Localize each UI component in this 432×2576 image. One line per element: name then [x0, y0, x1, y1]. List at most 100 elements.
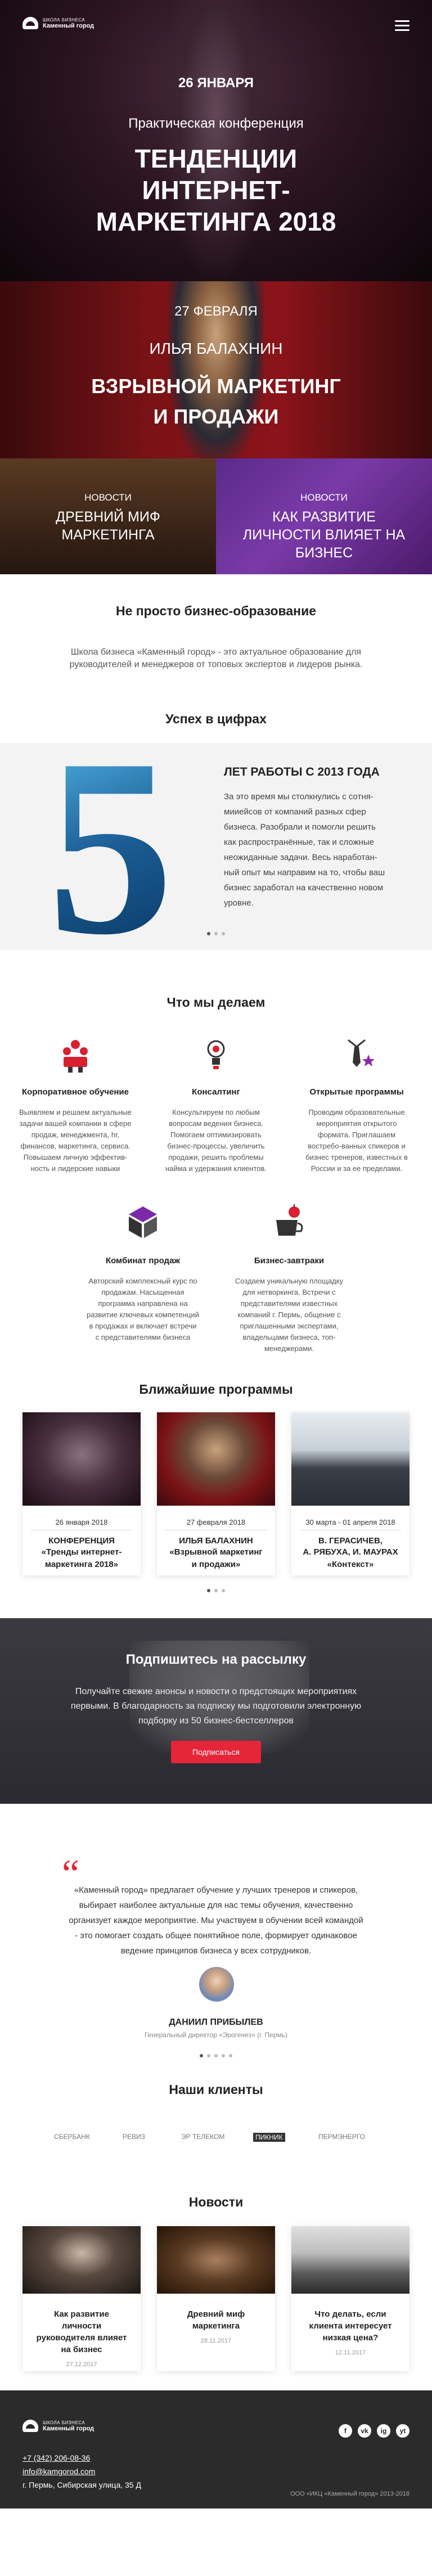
logo-big-text: Каменный город — [43, 22, 94, 29]
service-item[interactable]: Открытые программы Проводим образователь… — [300, 1034, 413, 1174]
tile-title: ДРЕВНИЙ МИФ МАРКЕТИНГА — [56, 509, 160, 543]
hero-title: ТЕНДЕНЦИИ ИНТЕРНЕТ- МАРКЕТИНГА 2018 — [96, 144, 336, 236]
program-name: ИЛЬЯ БАЛАХНИН — [179, 1536, 253, 1546]
service-name: Бизнес-завтраки — [254, 1256, 325, 1266]
news-card[interactable]: Как развитие личности руководителя влияе… — [22, 2226, 141, 2371]
service-desc: Авторский комплексный курс по продажам. … — [87, 1277, 199, 1341]
programs-slider-dots — [0, 1589, 432, 1592]
slider-dot[interactable] — [229, 2054, 232, 2057]
news-image — [22, 2226, 141, 2294]
footer-email-link[interactable]: info@kamgorod.com — [22, 2465, 141, 2478]
facebook-icon[interactable]: f — [339, 2424, 352, 2438]
footer: Школа бизнеса Каменный город +7 (342) 20… — [0, 2390, 432, 2509]
hero-banner: Школа бизнеса Каменный город 26 ЯНВАРЯ П… — [0, 0, 432, 281]
coffee-cup-icon — [269, 1203, 309, 1242]
program-subtitle: «Контекст» — [327, 1560, 374, 1569]
tile-title: КАК РАЗВИТИЕ ЛИЧНОСТИ ВЛИЯЕТ НА БИЗНЕС — [242, 509, 406, 561]
news-card-title: Что делать, если клиента интересует низк… — [309, 2309, 392, 2343]
slider-dot[interactable] — [207, 932, 210, 935]
news-tile[interactable]: НОВОСТИ КАК РАЗВИТИЕ ЛИЧНОСТИ ВЛИЯЕТ НА … — [216, 458, 432, 574]
news-card[interactable]: Что делать, если клиента интересует низк… — [291, 2226, 410, 2371]
program-subtitle: «Взрывной маркетинг — [169, 1547, 263, 1557]
subscribe-title: Подпишитесь на рассылку — [125, 1652, 307, 1667]
box-icon — [123, 1203, 163, 1242]
programs-section: Ближайшие программы 26 января 2018 КОНФЕ… — [0, 1382, 432, 1618]
slider-dot[interactable] — [214, 1589, 218, 1592]
service-name: Открытые программы — [309, 1087, 404, 1097]
news-card-title: Древний миф маркетинга — [187, 2309, 245, 2331]
slider-dot[interactable] — [207, 1589, 210, 1592]
facts-big-number: 5 — [47, 743, 182, 950]
client-logo[interactable]: ЭР ТЕЛЕКОМ — [181, 2133, 224, 2141]
facts-heading: ЛЕТ РАБОТЫ С 2013 ГОДА — [224, 765, 380, 778]
subscribe-section: Подпишитесь на рассылку Получайте свежие… — [0, 1618, 432, 1804]
instagram-icon[interactable]: ig — [377, 2424, 390, 2438]
service-desc: Выявляем и решаем актуальные задачи ваше… — [19, 1108, 132, 1173]
service-item[interactable]: Корпоративное обучение Выявляем и решаем… — [19, 1034, 132, 1174]
news-card-date: 27.12.2017 — [66, 2361, 97, 2368]
program-subtitle: А. РЯБУХА, И. МАУРАХ — [303, 1547, 398, 1557]
program-image — [157, 1412, 275, 1506]
team-icon — [56, 1034, 95, 1074]
promo-banner[interactable]: 27 ФЕВРАЛЯ ИЛЬЯ БАЛАХНИН ВЗРЫВНОЙ МАРКЕТ… — [0, 281, 432, 458]
testimonial-author: ДАНИИЛ ПРИБЫЛЕВ — [169, 2017, 263, 2027]
footer-logo[interactable]: Школа бизнеса Каменный город — [22, 2420, 94, 2432]
subscribe-text: Получайте свежие анонсы и новости о пред… — [70, 1687, 362, 1726]
hero-statue-image — [160, 0, 272, 281]
lightbulb-icon — [196, 1034, 236, 1074]
footer-phone-link[interactable]: +7 (342) 206-08-36 — [22, 2451, 141, 2465]
client-logo[interactable]: ПЕРМЭНЕРГО — [318, 2133, 365, 2141]
subscribe-button[interactable]: Подписаться — [171, 1741, 261, 1763]
logo[interactable]: Школа бизнеса Каменный город — [22, 17, 94, 29]
program-card[interactable]: 26 января 2018 КОНФЕРЕНЦИЯ «Тренды интер… — [22, 1412, 141, 1575]
avatar — [199, 1967, 234, 2002]
services-title: Что мы делаем — [166, 995, 266, 1010]
service-name: Корпоративное обучение — [22, 1087, 129, 1097]
tile-category: НОВОСТИ — [84, 492, 132, 503]
tile-category: НОВОСТИ — [300, 492, 348, 503]
news-card-date: 12.11.2017 — [335, 2349, 366, 2356]
hero-subtitle: Практическая конференция — [128, 116, 304, 131]
slider-dot[interactable] — [222, 932, 225, 935]
clients-title: Наши клиенты — [169, 2082, 263, 2097]
client-logo[interactable]: РЕВИЗ — [123, 2133, 145, 2141]
news-tile[interactable]: НОВОСТИ ДРЕВНИЙ МИФ МАРКЕТИНГА — [0, 458, 216, 574]
slider-dot[interactable] — [222, 2054, 225, 2057]
service-item[interactable]: Бизнес-завтраки Создаем уникальную площа… — [233, 1203, 345, 1354]
testimonial-section: “ «Каменный город» предлагает обучение у… — [0, 1804, 432, 2071]
clients-section: Наши клиенты СБЕРБАНК РЕВИЗ ЭР ТЕЛЕКОМ П… — [0, 2071, 432, 2195]
footer-address: г. Пермь, Сибирская улица, 35 Д — [22, 2480, 141, 2489]
service-item[interactable]: Комбинат продаж Авторский комплексный ку… — [87, 1203, 199, 1343]
program-subtitle: «Тренды интернет- — [41, 1547, 122, 1557]
program-date: 26 января 2018 — [55, 1518, 108, 1526]
slider-dot[interactable] — [222, 1589, 225, 1592]
program-subtitle: маркетинга 2018» — [44, 1560, 119, 1569]
facts-slider: 5 ЛЕТ РАБОТЫ С 2013 ГОДА За это время мы… — [0, 743, 432, 950]
service-desc: Создаем уникальную площадку для нетворки… — [235, 1277, 344, 1353]
slider-dot[interactable] — [214, 2054, 218, 2057]
service-desc: Консультируем по любым вопросам ведения … — [165, 1108, 267, 1173]
news-image — [291, 2226, 410, 2294]
slider-dot[interactable] — [207, 2054, 210, 2057]
news-card[interactable]: Древний миф маркетинга 28.11.2017 — [157, 2226, 275, 2371]
program-subtitle: и продажи» — [191, 1560, 241, 1569]
news-tiles: НОВОСТИ ДРЕВНИЙ МИФ МАРКЕТИНГА НОВОСТИ К… — [0, 458, 432, 574]
service-desc: Проводим образовательные мероприятия отк… — [305, 1108, 408, 1173]
youtube-icon[interactable]: yt — [396, 2424, 410, 2438]
program-card[interactable]: 30 марта - 01 апреля 2018 В. ГЕРАСИЧЕВ, … — [291, 1412, 410, 1575]
logo-mark-icon — [22, 17, 38, 29]
program-date: 27 февраля 2018 — [186, 1518, 246, 1526]
slider-dot[interactable] — [214, 932, 218, 935]
social-links: f vk ig yt — [339, 2424, 410, 2438]
program-name: В. ГЕРАСИЧЕВ, — [318, 1536, 382, 1546]
service-item[interactable]: Консалтинг Консультируем по любым вопрос… — [160, 1034, 272, 1174]
vk-icon[interactable]: vk — [358, 2424, 371, 2438]
promo-title: ВЗРЫВНОЙ МАРКЕТИНГ И ПРОДАЖИ — [91, 375, 341, 428]
client-logo[interactable]: СБЕРБАНК — [54, 2133, 90, 2141]
program-card[interactable]: 27 февраля 2018 ИЛЬЯ БАЛАХНИН «Взрывной … — [157, 1412, 275, 1575]
promo-date: 27 ФЕВРАЛЯ — [174, 304, 258, 319]
slider-dot[interactable] — [200, 2054, 203, 2057]
logo-mark-icon — [22, 2420, 38, 2432]
menu-burger-icon[interactable] — [395, 20, 410, 31]
client-logo[interactable]: ПИКНИК — [253, 2133, 285, 2142]
